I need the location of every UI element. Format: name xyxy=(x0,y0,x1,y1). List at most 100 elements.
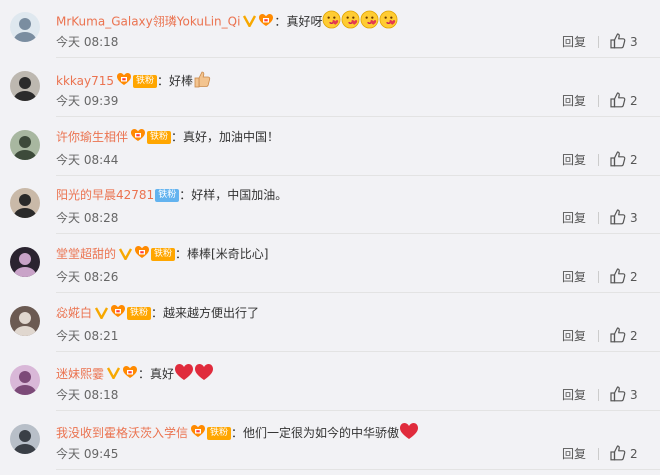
comment-line: kkkay715 铁粉 ：好棒 xyxy=(56,69,213,88)
reply-button[interactable]: 回复 xyxy=(562,34,586,50)
comment-item: 堂堂超甜的 铁粉 ：棒棒[米奇比心] 今天 08:26 回复 2 xyxy=(0,235,660,294)
thumb-emoji-icon xyxy=(193,69,213,94)
fan-level-icon xyxy=(130,128,146,147)
comment-line: 堂堂超甜的 铁粉 ：棒棒[米奇比心] xyxy=(56,245,268,263)
separator-colon: ： xyxy=(138,366,151,381)
comment-time: 今天 08:18 xyxy=(56,35,119,49)
verified-icon xyxy=(94,305,109,323)
row-divider xyxy=(56,468,660,470)
thumbs-up-icon[interactable] xyxy=(609,267,627,289)
action-divider xyxy=(598,212,599,225)
comment-line: 惢婲白 铁粉 ：越来越方便出行了 xyxy=(56,304,259,322)
like-count: 2 xyxy=(630,446,638,461)
comment-line: 迷妹熙霎 ：真好 xyxy=(56,363,214,381)
fan-level-icon xyxy=(258,13,274,32)
reply-button[interactable]: 回复 xyxy=(562,210,586,226)
separator-colon: ： xyxy=(175,247,188,262)
reply-button[interactable]: 回复 xyxy=(562,269,586,285)
comment-item: 惢婲白 铁粉 ：越来越方便出行了今天 08:21 回复 2 xyxy=(0,294,660,352)
avatar[interactable] xyxy=(10,306,40,336)
verified-icon xyxy=(106,365,121,383)
avatar[interactable] xyxy=(10,12,40,42)
avatar[interactable] xyxy=(10,247,40,278)
verified-icon xyxy=(118,246,133,264)
comment-item: 许你瑜生相伴 铁粉 ：真好，加油中国！ 今天 08:44 回复 2 xyxy=(0,118,660,176)
fan-badge: 铁粉 xyxy=(151,248,176,262)
kiss-emoji-icon xyxy=(360,10,379,34)
kiss-emoji-icon xyxy=(322,10,341,34)
comment-time: 今天 08:21 xyxy=(56,329,119,343)
action-divider xyxy=(598,330,599,342)
kiss-emoji-icon xyxy=(379,10,398,34)
comment-item: 迷妹熙霎 ：真好 今天 08:18 回复 3 xyxy=(0,353,660,411)
thumbs-up-icon[interactable] xyxy=(609,385,627,407)
username-link[interactable]: MrKuma_Galaxy翎璘YokuLin_Qi xyxy=(56,15,240,29)
thumbs-up-icon[interactable] xyxy=(609,326,627,348)
reply-button[interactable]: 回复 xyxy=(562,152,586,168)
username-link[interactable]: 堂堂超甜的 xyxy=(56,247,116,261)
username-link[interactable]: 许你瑜生相伴 xyxy=(56,130,128,144)
verified-icon xyxy=(243,13,257,31)
avatar[interactable] xyxy=(10,70,40,101)
username-link[interactable]: 惢婲白 xyxy=(56,306,92,320)
reply-button[interactable]: 回复 xyxy=(562,387,586,403)
thumbs-up-icon[interactable] xyxy=(609,150,627,172)
fan-level-icon xyxy=(122,365,138,384)
comment-time: 今天 08:28 xyxy=(56,211,119,226)
username-link[interactable]: kkkay715 xyxy=(56,74,114,88)
fan-level-icon xyxy=(134,245,150,264)
reply-button[interactable]: 回复 xyxy=(562,328,586,344)
avatar[interactable] xyxy=(10,129,40,160)
reply-button[interactable]: 回复 xyxy=(562,93,586,109)
avatar[interactable] xyxy=(10,188,40,219)
username-link[interactable]: 迷妹熙霎 xyxy=(56,367,104,381)
username-link[interactable]: 阳光的早晨42781 xyxy=(56,188,154,202)
fan-level-icon xyxy=(110,304,126,323)
action-divider xyxy=(598,388,599,401)
fan-level-icon xyxy=(190,424,206,443)
comment-item: 阳光的早晨42781 铁粉 ：好样，中国加油。 今天 08:28 回复 3 xyxy=(0,176,660,235)
fan-badge: 铁粉 xyxy=(207,426,232,440)
comment-time: 今天 08:18 xyxy=(56,387,119,402)
comment-list: MrKuma_Galaxy翎璘YokuLin_Qi ：真好呀 今天 08:18 回复 3… xyxy=(0,0,660,475)
action-divider xyxy=(598,447,599,460)
comment-text: 棒棒[米奇比心] xyxy=(187,247,269,262)
comment-line: 我没收到霍格沃茨入学信 铁粉 ：他们一定很为如今的中华骄傲 xyxy=(56,422,419,440)
comment-text: 越来越方便出行了 xyxy=(163,306,260,320)
fan-badge: 铁粉 xyxy=(147,130,172,144)
comment-text: 他们一定很为如今的中华骄傲 xyxy=(243,425,400,440)
comment-text: 真好，加油中国！ xyxy=(183,129,280,144)
comment-item: 我没收到霍格沃茨入学信 铁粉 ：他们一定很为如今的中华骄傲 今天 09:45 回复 2 xyxy=(0,412,660,470)
comment-text: 好棒 xyxy=(169,73,194,88)
separator-colon: ： xyxy=(274,14,287,29)
like-count: 2 xyxy=(630,152,638,167)
fan-level-icon xyxy=(116,72,132,91)
separator-colon: ： xyxy=(157,73,170,88)
comment-time: 今天 08:44 xyxy=(56,152,119,167)
avatar[interactable] xyxy=(10,364,40,395)
comment-text: 好样，中国加油。 xyxy=(191,188,288,203)
username-link[interactable]: 我没收到霍格沃茨入学信 xyxy=(56,426,188,440)
comment-line: 阳光的早晨42781 铁粉 ：好样，中国加油。 xyxy=(56,186,287,204)
fan-badge: 铁粉 xyxy=(127,307,152,320)
like-count: 3 xyxy=(630,35,638,49)
thumbs-up-icon[interactable] xyxy=(609,91,627,113)
thumbs-up-icon[interactable] xyxy=(609,444,627,466)
thumbs-up-icon[interactable] xyxy=(609,208,627,230)
like-count: 2 xyxy=(630,329,638,343)
like-count: 2 xyxy=(630,270,638,285)
like-count: 2 xyxy=(630,93,638,108)
action-divider xyxy=(598,36,599,48)
action-divider xyxy=(598,271,599,284)
avatar[interactable] xyxy=(10,423,40,454)
comment-text: 真好呀 xyxy=(286,14,323,29)
thumbs-up-icon[interactable] xyxy=(609,32,627,54)
comment-time: 今天 09:45 xyxy=(56,446,119,461)
action-divider xyxy=(598,94,599,107)
fan-badge: 铁粉 xyxy=(155,189,180,203)
comment-time: 今天 09:39 xyxy=(56,93,119,108)
comment-time: 今天 08:26 xyxy=(56,270,119,285)
comment-line: 许你瑜生相伴 铁粉 ：真好，加油中国！ xyxy=(56,128,279,146)
reply-button[interactable]: 回复 xyxy=(562,446,586,462)
separator-colon: ： xyxy=(151,306,164,320)
